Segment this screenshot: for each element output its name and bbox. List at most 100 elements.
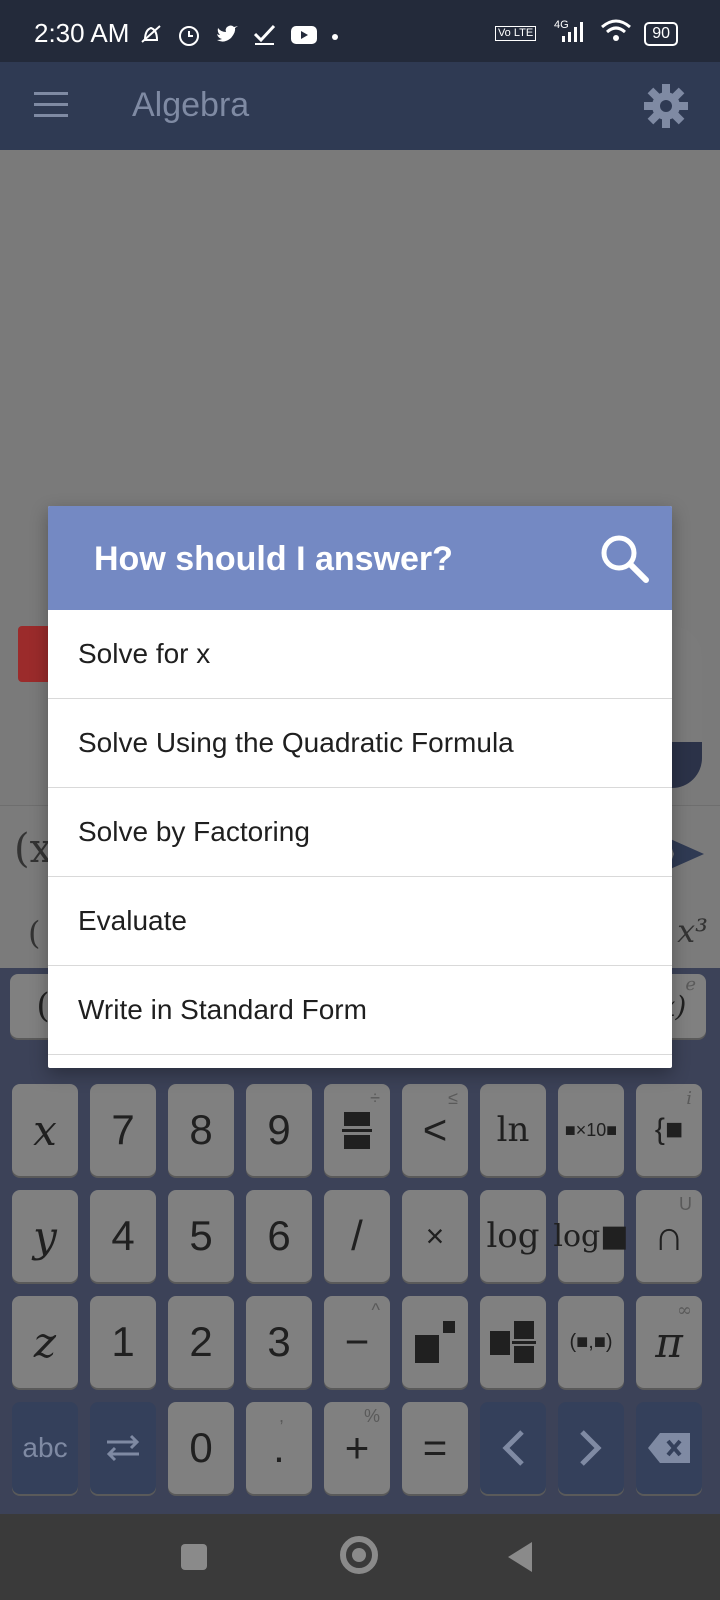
app-logo — [18, 626, 52, 682]
option-standard-form[interactable]: Write in Standard Form — [48, 966, 672, 1055]
battery-indicator: 90 — [644, 21, 678, 46]
dot-icon — [330, 29, 340, 47]
key-brace[interactable]: i {■ — [636, 1084, 702, 1176]
key-sci-notation[interactable]: ■×10■ — [558, 1084, 624, 1176]
back-button[interactable] — [508, 1542, 532, 1572]
dialog-header: How should I answer? — [48, 506, 672, 610]
key-swap[interactable] — [90, 1402, 156, 1494]
key-ln[interactable]: ln — [480, 1084, 546, 1176]
key-decimal[interactable]: , . — [246, 1402, 312, 1494]
key-left-arrow[interactable] — [480, 1402, 546, 1494]
key-7[interactable]: 7 — [90, 1084, 156, 1176]
key-slash[interactable]: / — [324, 1190, 390, 1282]
key-2[interactable]: 2 — [168, 1296, 234, 1388]
key-z[interactable]: z — [12, 1296, 78, 1388]
key-3[interactable]: 3 — [246, 1296, 312, 1388]
key-label: 7 — [111, 1106, 135, 1153]
key-intersection[interactable]: U ∩ — [636, 1190, 702, 1282]
key-label: ln — [496, 1110, 530, 1150]
key-plus[interactable]: % + — [324, 1402, 390, 1494]
option-factoring[interactable]: Solve by Factoring — [48, 788, 672, 877]
suggestion-right[interactable]: x³ — [677, 912, 708, 950]
key-mixed-fraction[interactable] — [480, 1296, 546, 1388]
chevron-left-icon — [502, 1430, 524, 1466]
key-label: 3 — [267, 1318, 291, 1365]
key-times[interactable]: × — [402, 1190, 468, 1282]
mixed-fraction-icon — [490, 1321, 536, 1363]
key-super: , — [278, 1406, 284, 1426]
key-log-base[interactable]: log■ — [553, 1190, 629, 1282]
system-nav-bar — [0, 1514, 720, 1600]
dialog-title: How should I answer? — [94, 540, 453, 578]
key-5[interactable]: 5 — [168, 1190, 234, 1282]
key-log[interactable]: log — [480, 1190, 546, 1282]
option-evaluate[interactable]: Evaluate — [48, 877, 672, 966]
key-label: ∩ — [653, 1212, 685, 1259]
menu-icon[interactable] — [34, 92, 68, 120]
notification-icons — [138, 22, 340, 53]
key-y[interactable]: y — [12, 1190, 78, 1282]
app-bar: Algebra — [0, 62, 720, 150]
key-power[interactable] — [402, 1296, 468, 1388]
key-x[interactable]: x — [12, 1084, 78, 1176]
option-quadratic-formula[interactable]: Solve Using the Quadratic Formula — [48, 699, 672, 788]
key-label: 2 — [189, 1318, 213, 1365]
key-super: % — [363, 1406, 380, 1426]
key-6[interactable]: 6 — [246, 1190, 312, 1282]
swap-icon — [106, 1434, 140, 1462]
key-label: {■ — [654, 1113, 684, 1146]
key-fraction[interactable]: ÷ — [324, 1084, 390, 1176]
check-icon — [252, 22, 278, 53]
twitter-icon — [214, 22, 240, 53]
key-label: (■,■) — [569, 1330, 613, 1353]
answer-type-dialog: How should I answer? Solve for x Solve U… — [48, 506, 672, 1068]
key-minus[interactable]: ^ − — [324, 1296, 390, 1388]
key-super: ∞ — [677, 1300, 692, 1321]
key-super: U — [679, 1194, 692, 1214]
key-right-arrow[interactable] — [558, 1402, 624, 1494]
gear-icon[interactable] — [642, 82, 690, 130]
key-abc[interactable]: abc — [12, 1402, 78, 1494]
key-label: 0 — [189, 1424, 213, 1471]
option-solve-for-x[interactable]: Solve for x — [48, 610, 672, 699]
backspace-icon — [648, 1433, 690, 1463]
key-label: − — [344, 1318, 370, 1365]
volte-icon: Vo LTE — [494, 26, 537, 41]
key-label: π — [655, 1317, 683, 1367]
key-8[interactable]: 8 — [168, 1084, 234, 1176]
key-ordered-pair[interactable]: (■,■) — [558, 1296, 624, 1388]
key-label: < — [422, 1106, 448, 1153]
key-super: i — [686, 1088, 692, 1109]
key-label: . — [273, 1424, 285, 1471]
key-label: = — [422, 1424, 448, 1471]
key-label: y — [33, 1211, 57, 1261]
key-super: ^ — [371, 1300, 380, 1320]
math-input[interactable]: (x — [14, 826, 52, 872]
key-label: 8 — [189, 1106, 213, 1153]
key-0[interactable]: 0 — [168, 1402, 234, 1494]
key-9[interactable]: 9 — [246, 1084, 312, 1176]
key-pi[interactable]: ∞ π — [636, 1296, 702, 1388]
key-super: ≤ — [448, 1088, 458, 1108]
page-title: Algebra — [132, 86, 250, 124]
key-1[interactable]: 1 — [90, 1296, 156, 1388]
home-button[interactable] — [340, 1536, 378, 1574]
status-bar: 2:30 AM Vo LTE 4G 90 — [0, 0, 720, 62]
send-icon[interactable] — [666, 836, 706, 877]
key-label: / — [351, 1212, 363, 1259]
key-less-than[interactable]: ≤ < — [402, 1084, 468, 1176]
recents-button[interactable] — [181, 1544, 207, 1570]
system-icons: Vo LTE 4G 90 — [494, 18, 678, 49]
key-label: 5 — [189, 1212, 213, 1259]
key-label: 9 — [267, 1106, 291, 1153]
power-icon — [415, 1321, 455, 1363]
youtube-icon — [290, 24, 318, 51]
wifi-icon — [600, 18, 632, 49]
suggestion-left[interactable]: ( — [28, 914, 40, 952]
key-backspace[interactable] — [636, 1402, 702, 1494]
key-equals[interactable]: = — [402, 1402, 468, 1494]
key-label: + — [344, 1424, 370, 1471]
key-4[interactable]: 4 — [90, 1190, 156, 1282]
key-label: 4 — [111, 1212, 135, 1259]
search-icon[interactable] — [598, 532, 650, 584]
